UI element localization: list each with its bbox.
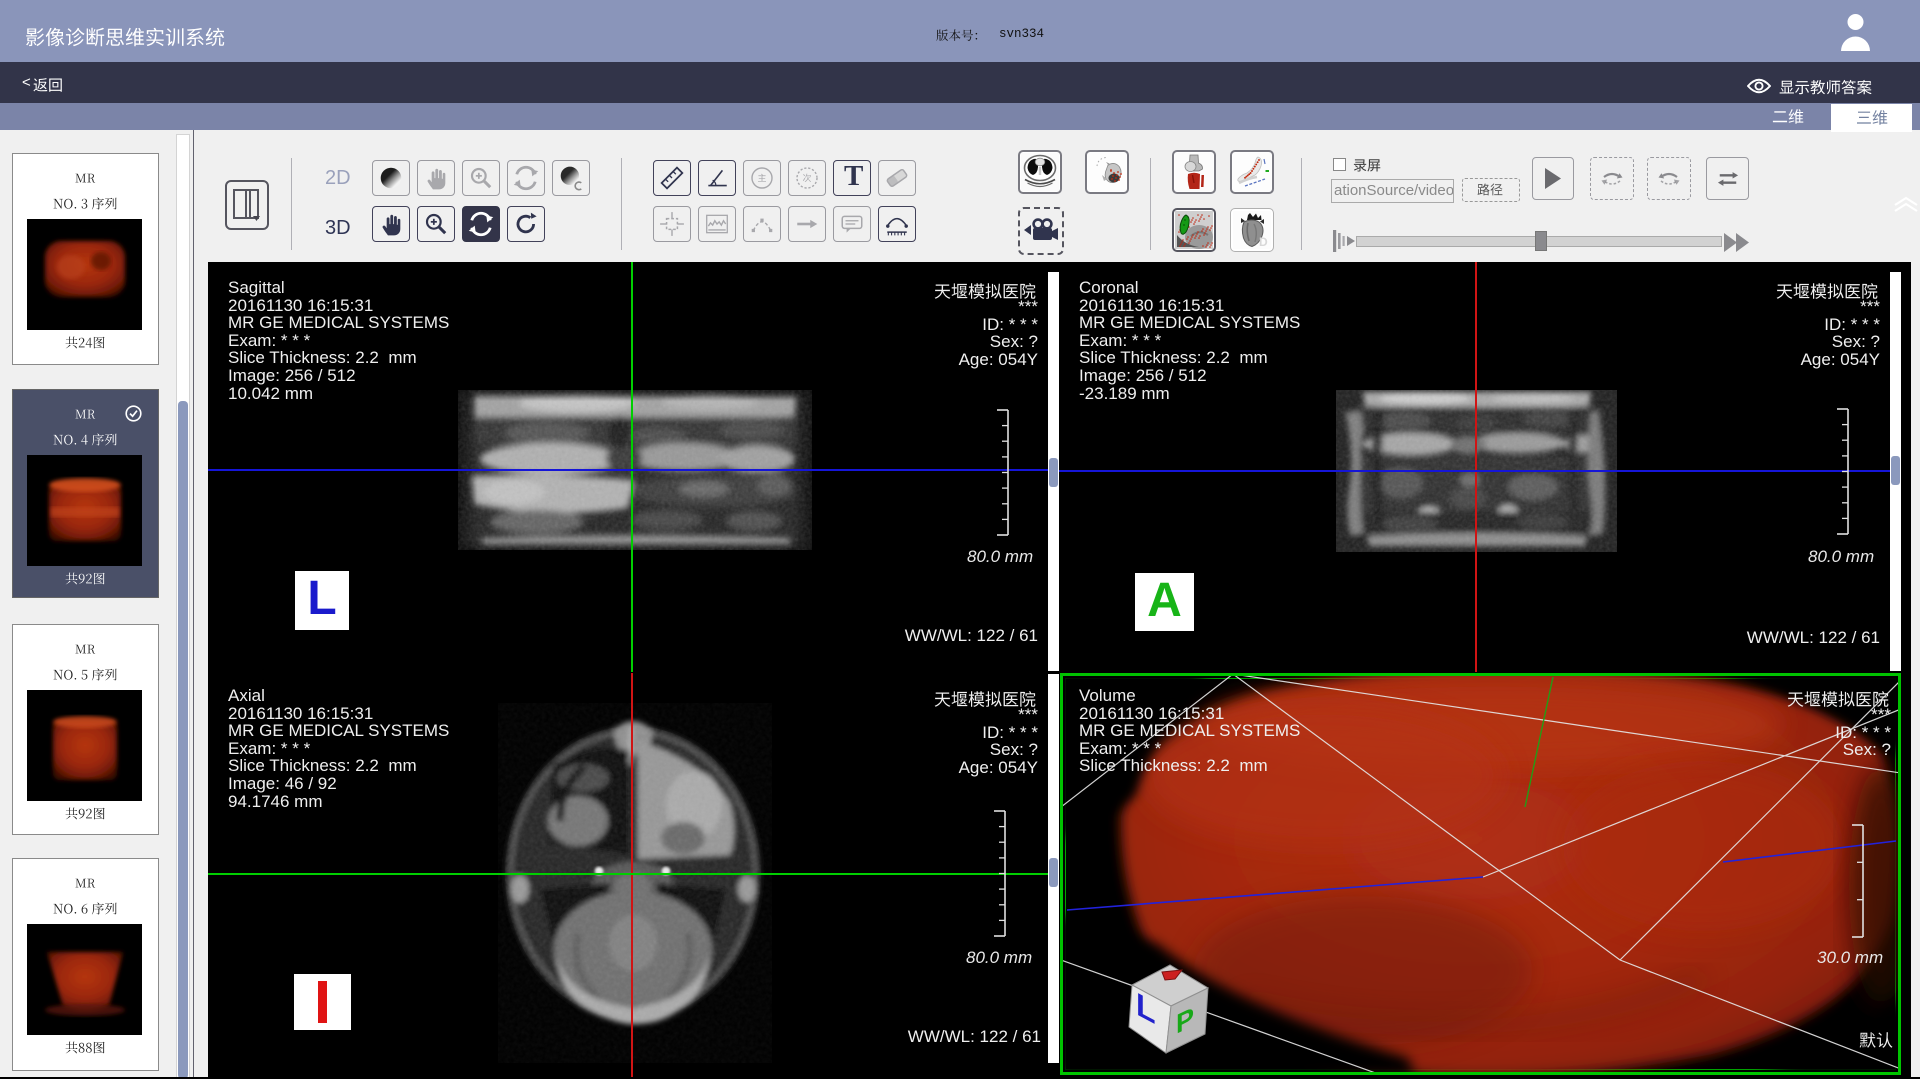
svg-text:D: D [1259, 235, 1268, 249]
